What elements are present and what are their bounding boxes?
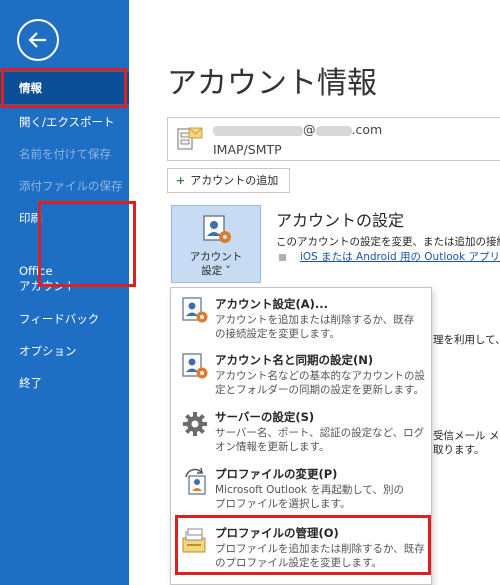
menu-item-account-name-sync[interactable]: アカウント名と同期の設定(N) アカウント名などの基本的なアカウントの設 定とフ… — [171, 347, 431, 405]
menu-item-title: プロファイルの変更(P) — [215, 467, 338, 481]
menu-item-title: アカウント設定(A)... — [215, 297, 329, 311]
account-email-domain: .com — [351, 122, 383, 137]
menu-item-description: アカウントを追加または削除するか、既存 の接続設定を変更します。 — [215, 313, 414, 341]
ios-android-app-link[interactable]: iOS または Android 用の Outlook アプリ — [300, 249, 500, 264]
menu-item-title: アカウント名と同期の設定(N) — [215, 353, 374, 367]
account-settings-line1: アカウント — [189, 251, 243, 263]
gear-icon — [183, 412, 207, 436]
background-text-3: 取ります。 — [433, 444, 485, 456]
sidebar-item-options[interactable]: オプション — [0, 335, 129, 367]
menu-item-description: アカウント名などの基本的なアカウントの設 定とフォルダーの同期の設定を更新します… — [215, 369, 425, 397]
email-account-icon — [177, 127, 203, 150]
menu-item-desc-line1: アカウントを追加または削除するか、既存 — [215, 314, 415, 326]
menu-item-description: サーバー名、ポート、認証の設定など、ログ オン情報を更新します。 — [215, 426, 424, 454]
sidebar-item-exit[interactable]: 終了 — [0, 367, 129, 399]
account-selector[interactable]: @ .com IMAP/SMTP — [167, 117, 500, 161]
highlight-box-info — [1, 68, 127, 108]
sidebar-item-open-export[interactable]: 開く/エクスポート — [0, 106, 129, 138]
menu-item-desc-line2: オン情報を更新します。 — [215, 441, 330, 453]
redacted-domain — [315, 125, 352, 136]
add-account-button[interactable]: + アカウントの追加 — [167, 168, 290, 193]
highlight-box-account-settings — [38, 201, 136, 287]
account-type: IMAP/SMTP — [213, 142, 282, 157]
add-account-label: アカウントの追加 — [190, 174, 279, 187]
page-title: アカウント情報 — [167, 66, 377, 101]
menu-item-desc-line2: の接続設定を変更します。 — [215, 328, 340, 340]
highlight-box-manage-profiles — [175, 515, 431, 575]
change-profile-icon — [185, 467, 206, 495]
redacted-username — [213, 125, 303, 136]
account-email: @ .com — [213, 122, 382, 137]
menu-item-change-profile[interactable]: プロファイルの変更(P) Microsoft Outlook を再起動して、別の… — [171, 461, 431, 519]
section-title-account-settings: アカウントの設定 — [276, 211, 405, 230]
sidebar-item-feedback[interactable]: フィードバック — [0, 303, 129, 335]
back-button[interactable] — [17, 19, 59, 61]
sidebar-item-save-attachments[interactable]: 添付ファイルの保存 — [0, 170, 129, 202]
sidebar-item-save-as[interactable]: 名前を付けて保存 — [0, 138, 129, 170]
menu-item-desc-line2: 定とフォルダーの同期の設定を更新します。 — [215, 384, 424, 396]
menu-item-desc-line1: Microsoft Outlook を再起動して、別の — [215, 484, 405, 496]
account-settings-icon — [182, 297, 208, 323]
back-arrow-icon — [28, 32, 46, 48]
menu-item-server-settings[interactable]: サーバーの設定(S) サーバー名、ポート、認証の設定など、ログ オン情報を更新し… — [171, 404, 431, 462]
account-settings-label: アカウント 設定 ˅ — [172, 250, 260, 278]
menu-item-desc-line1: アカウント名などの基本的なアカウントの設 — [215, 370, 425, 382]
account-name-sync-icon — [182, 353, 208, 379]
account-settings-icon — [203, 215, 231, 243]
menu-item-account-settings[interactable]: アカウント設定(A)... アカウントを追加または削除するか、既存 の接続設定を… — [171, 291, 431, 349]
background-text-2: 受信メール メッセ — [433, 430, 500, 442]
menu-item-desc-line1: サーバー名、ポート、認証の設定など、ログ — [215, 427, 425, 439]
account-settings-line2: 設定 ˅ — [201, 265, 231, 277]
bullet-icon — [279, 254, 286, 261]
menu-item-desc-line2: プロファイルを選択します。 — [215, 498, 351, 510]
menu-item-description: Microsoft Outlook を再起動して、別の プロファイルを選択します… — [215, 483, 404, 511]
section-description: このアカウントの設定を変更、または追加の接続を — [276, 236, 500, 248]
account-settings-button[interactable]: アカウント 設定 ˅ — [171, 205, 261, 283]
plus-icon: + — [176, 174, 186, 187]
background-text-1: 理を利用して、 — [433, 334, 500, 346]
menu-item-title: サーバーの設定(S) — [215, 410, 315, 424]
account-email-at: @ — [303, 122, 316, 137]
